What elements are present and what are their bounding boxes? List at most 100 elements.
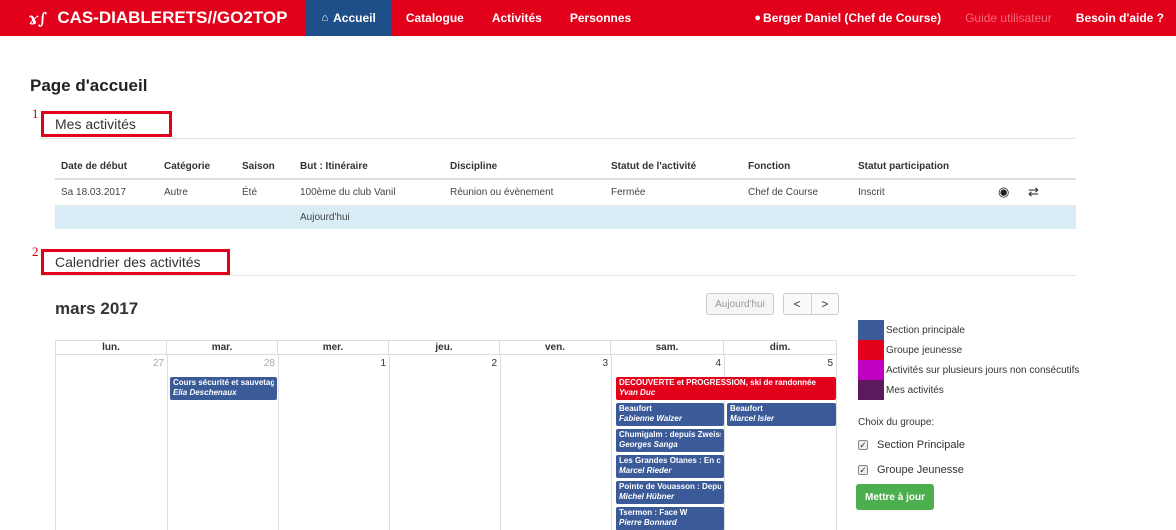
legend-label: Groupe jeunesse [886,344,963,356]
cell-season: Été [236,179,294,206]
legend-swatch [858,360,884,380]
help-link[interactable]: Besoin d'aide ? [1064,0,1176,36]
event-title: Pointe de Vouasson : Depuis [619,482,721,491]
calendar-event[interactable]: DECOUVERTE et PROGRESSION, ski de randon… [616,377,836,400]
calendar-title: mars 2017 [55,299,139,318]
nav-accueil[interactable]: ⌂ Accueil [305,0,392,36]
section-heading-mes-activites: Mes activités [55,116,136,132]
event-title: Chumigalm : depuis Zweissi [619,430,721,439]
divider [41,138,1076,139]
day-header-wed: mer. [278,341,389,354]
day-number[interactable]: 4 [693,358,721,369]
calendar-week-row: 27 28 1 2 3 4 5 Cours sécurité et sauvet… [55,355,837,530]
col-category: Catégorie [158,155,236,180]
cell-date: Sa 18.03.2017 [55,179,158,206]
col-status: Statut de l'activité [605,155,742,180]
logo-icon: ɤ∫ [28,8,48,28]
calendar-today-button[interactable]: Aujourd'hui [706,293,774,315]
shuffle-icon: ⇄ [1028,184,1039,200]
checkbox-label: Groupe Jeunesse [877,464,964,476]
legend-label: Activités sur plusieurs jours non conséc… [886,364,1080,376]
col-participation: Statut participation [852,155,992,180]
calendar-day-header: lun. mar. mer. jeu. ven. sam. dim. [55,340,837,355]
update-button[interactable]: Mettre à jour [856,484,934,510]
day-number[interactable]: 1 [358,358,386,369]
event-leader: Marcel Rieder [619,466,672,475]
day-number[interactable]: 28 [247,358,275,369]
col-discipline: Discipline [444,155,605,180]
view-button[interactable]: ◉ [992,179,1022,206]
table-row: Sa 18.03.2017 Autre Été 100ème du club V… [55,179,1076,206]
day-number[interactable]: 2 [469,358,497,369]
event-title: Cours sécurité et sauvetage [173,378,274,387]
day-separator [278,355,279,530]
today-empty [605,205,742,229]
legend-swatch [858,320,884,340]
day-separator [389,355,390,530]
col-goal: But : Itinéraire [294,155,444,180]
calendar-event[interactable]: Chumigalm : depuis Zweissi Georges Sanga [616,429,724,452]
activities-table: Date de début Catégorie Saison But : Iti… [55,155,1076,229]
switch-button[interactable]: ⇄ [1022,179,1076,206]
calendar-event[interactable]: Pointe de Vouasson : Depuis Michel Hübne… [616,481,724,504]
calendar-event[interactable]: Les Grandes Otanes : En circ Marcel Ried… [616,455,724,478]
col-date: Date de début [55,155,158,180]
calendar-nav-group: < > [783,293,839,315]
day-number[interactable]: 3 [580,358,608,369]
event-leader: Pierre Bonnard [619,518,677,527]
day-separator [167,355,168,530]
day-header-sat: sam. [611,341,724,354]
day-header-thu: jeu. [389,341,500,354]
table-header-row: Date de début Catégorie Saison But : Iti… [55,155,1076,180]
calendar-next-button[interactable]: > [812,294,839,314]
nav-catalogue[interactable]: Catalogue [392,0,478,36]
event-title: Beaufort [619,404,652,413]
today-empty [742,205,852,229]
event-title: Les Grandes Otanes : En circ [619,456,721,465]
user-menu[interactable]: ● Berger Daniel (Chef de Course) [742,0,953,36]
today-empty [444,205,605,229]
checkbox-groupe-jeunesse[interactable]: ✓ Groupe Jeunesse [858,464,964,476]
calendar-prev-button[interactable]: < [784,294,812,314]
brand-link[interactable]: ɤ∫ CAS-DIABLERETS//GO2TOP [0,0,305,36]
guide-link[interactable]: Guide utilisateur [953,0,1064,36]
event-title: Tsermon : Face W [619,508,688,517]
section-number: 1 [32,106,39,121]
event-leader: Elia Deschenaux [173,388,237,397]
checkbox-checked-icon[interactable]: ✓ [858,440,868,450]
nav-activites[interactable]: Activités [478,0,556,36]
checkbox-section-principale[interactable]: ✓ Section Principale [858,439,965,451]
calendar-event[interactable]: Tsermon : Face W Pierre Bonnard [616,507,724,530]
nav-accueil-label: Accueil [333,11,376,25]
day-number[interactable]: 27 [136,358,164,369]
day-header-mon: lun. [56,341,167,354]
day-header-tue: mar. [167,341,278,354]
event-title: Beaufort [730,404,763,413]
col-action-switch [1022,155,1076,180]
calendar-event[interactable]: Beaufort Marcel Isler [727,403,836,426]
cell-category: Autre [158,179,236,206]
checkbox-checked-icon[interactable]: ✓ [858,465,868,475]
day-number[interactable]: 5 [805,358,833,369]
event-leader: Fabienne Walzer [619,414,682,423]
calendar-event[interactable]: Cours sécurité et sauvetage Elia Deschen… [170,377,277,400]
legend-item: Groupe jeunesse [858,340,1079,360]
legend-item: Activités sur plusieurs jours non conséc… [858,360,1079,380]
nav-right-group: ● Berger Daniel (Chef de Course) Guide u… [742,0,1176,36]
group-choice-title: Choix du groupe: [858,417,935,428]
cell-participation: Inscrit [852,179,992,206]
today-row: Aujourd'hui [55,205,1076,229]
today-empty [236,205,294,229]
cell-function: Chef de Course [742,179,852,206]
divider [41,275,1076,276]
calendar-legend: Section principale Groupe jeunesse Activ… [858,320,1079,400]
cell-goal: 100ème du club Vanil [294,179,444,206]
today-empty [1022,205,1076,229]
today-empty [992,205,1022,229]
calendar-event[interactable]: Beaufort Fabienne Walzer [616,403,724,426]
nav-personnes[interactable]: Personnes [556,0,645,36]
event-leader: Michel Hübner [619,492,675,501]
day-separator [500,355,501,530]
today-label: Aujourd'hui [294,205,444,229]
event-title: DECOUVERTE et PROGRESSION, ski de randon… [619,378,816,387]
